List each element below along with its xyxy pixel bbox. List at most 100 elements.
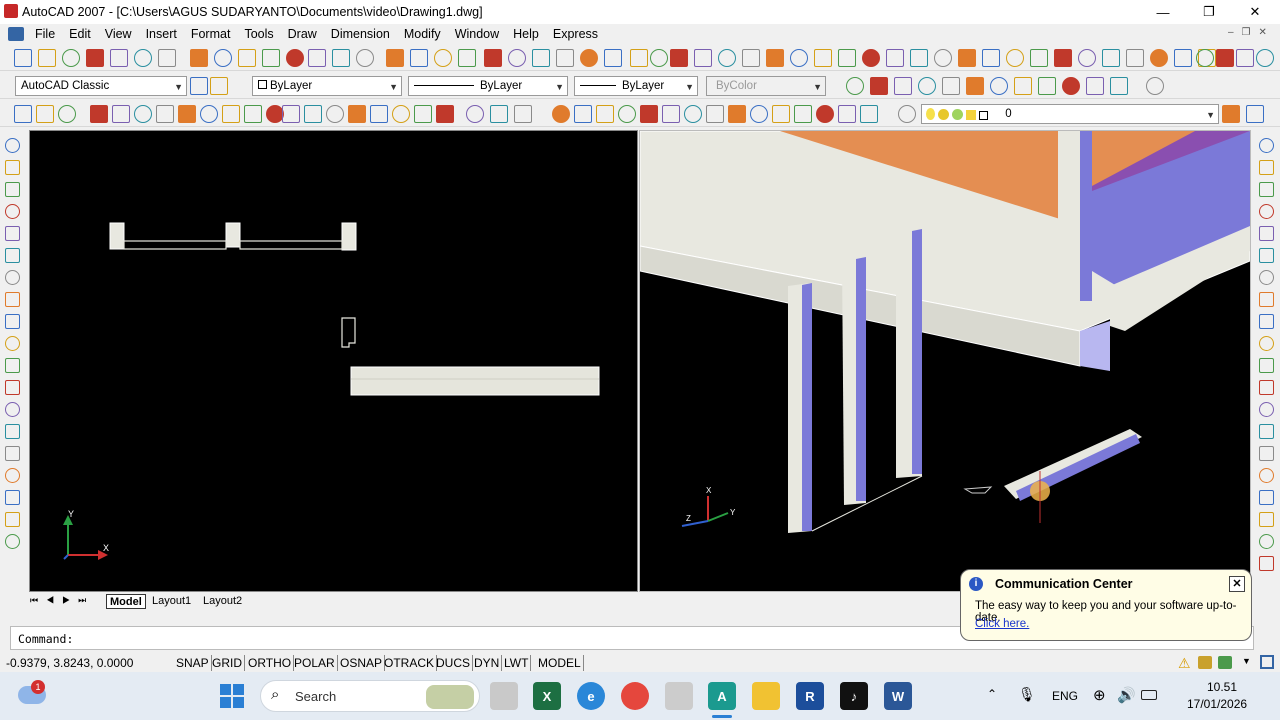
toolbar-tool-icon[interactable]	[1259, 336, 1274, 351]
toolbar-tool-icon[interactable]	[886, 49, 904, 67]
toolbar-tool-icon[interactable]	[14, 49, 32, 67]
toggle-model[interactable]: MODEL	[536, 655, 584, 671]
toolbar-tool-icon[interactable]	[838, 49, 856, 67]
toolbar-tool-icon[interactable]	[618, 105, 636, 123]
warning-icon[interactable]: ⚠	[1178, 655, 1191, 672]
toolbar-tool-icon[interactable]	[5, 490, 20, 505]
toolbar-tool-icon[interactable]	[1006, 49, 1024, 67]
toolbar-tool-icon[interactable]	[1259, 490, 1274, 505]
toolbar-tool-icon[interactable]	[5, 358, 20, 373]
viewport-left[interactable]: Y X	[29, 130, 638, 592]
toolbar-tool-icon[interactable]	[1259, 204, 1274, 219]
toolbar-tool-icon[interactable]	[1259, 358, 1274, 373]
toolbar-tool-icon[interactable]	[650, 49, 668, 67]
toolbar-tool-icon[interactable]	[304, 105, 322, 123]
toolbar-tool-icon[interactable]	[532, 49, 550, 67]
toolbar-tool-icon[interactable]	[262, 49, 280, 67]
language-indicator[interactable]: ENG	[1052, 689, 1078, 703]
toolbar-tool-icon[interactable]	[640, 105, 658, 123]
toolbar-tool-icon[interactable]	[1259, 380, 1274, 395]
toolbar-tool-icon[interactable]	[210, 77, 228, 95]
windows-start-icon[interactable]	[220, 684, 244, 708]
toolbar-tool-icon[interactable]	[332, 49, 350, 67]
toolbar-tool-icon[interactable]	[386, 49, 404, 67]
taskbar-search[interactable]: ⌕ Search	[260, 680, 480, 712]
toolbar-tool-icon[interactable]	[1014, 77, 1032, 95]
toolbar-tool-icon[interactable]	[1259, 138, 1274, 153]
toolbar-tool-icon[interactable]	[838, 105, 856, 123]
toolbar-tool-icon[interactable]	[728, 105, 746, 123]
menu-tools[interactable]: Tools	[237, 27, 280, 41]
toggle-snap[interactable]: SNAP	[174, 655, 212, 671]
toolbar-tool-icon[interactable]	[156, 105, 174, 123]
toolbar-tool-icon[interactable]	[934, 49, 952, 67]
toolbar-tool-icon[interactable]	[62, 49, 80, 67]
chrome-icon[interactable]	[621, 682, 649, 710]
clock-time[interactable]: 10.51	[1207, 680, 1237, 694]
toolbar-tool-icon[interactable]	[706, 105, 724, 123]
menu-help[interactable]: Help	[506, 27, 546, 41]
toolbar-tool-icon[interactable]	[596, 105, 614, 123]
toolbar-tool-icon[interactable]	[816, 105, 834, 123]
toolbar-tool-icon[interactable]	[630, 49, 648, 67]
app-icon[interactable]	[665, 682, 693, 710]
toolbar-tool-icon[interactable]	[1038, 77, 1056, 95]
toolbar-tool-icon[interactable]	[794, 105, 812, 123]
toolbar-tool-icon[interactable]	[5, 314, 20, 329]
toolbar-tool-icon[interactable]	[670, 49, 688, 67]
toolbar-tool-icon[interactable]	[574, 105, 592, 123]
toolbar-tool-icon[interactable]	[36, 105, 54, 123]
viewport-right[interactable]: X Y Z	[639, 130, 1251, 592]
restore-button[interactable]: ❐	[1186, 0, 1232, 24]
toolbar-tool-icon[interactable]	[1259, 248, 1274, 263]
toggle-lwt[interactable]: LWT	[502, 655, 532, 671]
toolbar-tool-icon[interactable]	[490, 105, 508, 123]
toggle-ortho[interactable]: ORTHO	[246, 655, 295, 671]
file-explorer-icon[interactable]	[752, 682, 780, 710]
word-icon[interactable]: W	[884, 682, 912, 710]
toolbar-tool-icon[interactable]	[112, 105, 130, 123]
toolbar-tool-icon[interactable]	[370, 105, 388, 123]
toolbar-tool-icon[interactable]	[846, 77, 864, 95]
toolbar-tool-icon[interactable]	[14, 105, 32, 123]
toggle-otrack[interactable]: OTRACK	[382, 655, 438, 671]
toolbar-tool-icon[interactable]	[910, 49, 928, 67]
lineweight-dropdown[interactable]: ByLayer ▼	[574, 76, 698, 96]
toolbar-tool-icon[interactable]	[308, 49, 326, 67]
r-icon[interactable]: R	[796, 682, 824, 710]
toolbar-tool-icon[interactable]	[178, 105, 196, 123]
toolbar-tool-icon[interactable]	[410, 49, 428, 67]
toolbar-tool-icon[interactable]	[5, 226, 20, 241]
toolbar-tool-icon[interactable]	[1259, 160, 1274, 175]
menu-draw[interactable]: Draw	[281, 27, 324, 41]
toolbar-tool-icon[interactable]	[814, 49, 832, 67]
toolbar-tool-icon[interactable]	[458, 49, 476, 67]
toolbar-tool-icon[interactable]	[1078, 49, 1096, 67]
toolbar-tool-icon[interactable]	[556, 49, 574, 67]
toolbar-tool-icon[interactable]	[894, 77, 912, 95]
toolbar-tool-icon[interactable]	[1259, 182, 1274, 197]
toolbar-tool-icon[interactable]	[214, 49, 232, 67]
toolbar-tool-icon[interactable]	[790, 49, 808, 67]
toggle-ducs[interactable]: DUCS	[434, 655, 474, 671]
excel-icon[interactable]: X	[533, 682, 561, 710]
volume-icon[interactable]: 🔊	[1117, 686, 1136, 704]
doc-window-controls[interactable]: –❐✕	[1228, 27, 1275, 38]
toolbar-tool-icon[interactable]	[718, 49, 736, 67]
toolbar-tool-icon[interactable]	[190, 77, 208, 95]
toolbar-tool-icon[interactable]	[580, 49, 598, 67]
microphone-icon[interactable]: 🎙	[1018, 686, 1036, 703]
linetype-dropdown[interactable]: ByLayer ▼	[408, 76, 568, 96]
toolbar-tool-icon[interactable]	[508, 49, 526, 67]
toolbar-tool-icon[interactable]	[1256, 49, 1274, 67]
toolbar-tool-icon[interactable]	[392, 105, 410, 123]
toolbar-tool-icon[interactable]	[1259, 402, 1274, 417]
toolbar-tool-icon[interactable]	[110, 49, 128, 67]
toolbar-tool-icon[interactable]	[942, 77, 960, 95]
toolbar-tool-icon[interactable]	[5, 248, 20, 263]
toolbar-tool-icon[interactable]	[1236, 49, 1254, 67]
toolbar-tool-icon[interactable]	[514, 105, 532, 123]
chevron-up-icon[interactable]: ⌃	[987, 687, 997, 701]
toolbar-tool-icon[interactable]	[1222, 105, 1240, 123]
workspace-dropdown[interactable]: AutoCAD Classic ▼	[15, 76, 187, 96]
